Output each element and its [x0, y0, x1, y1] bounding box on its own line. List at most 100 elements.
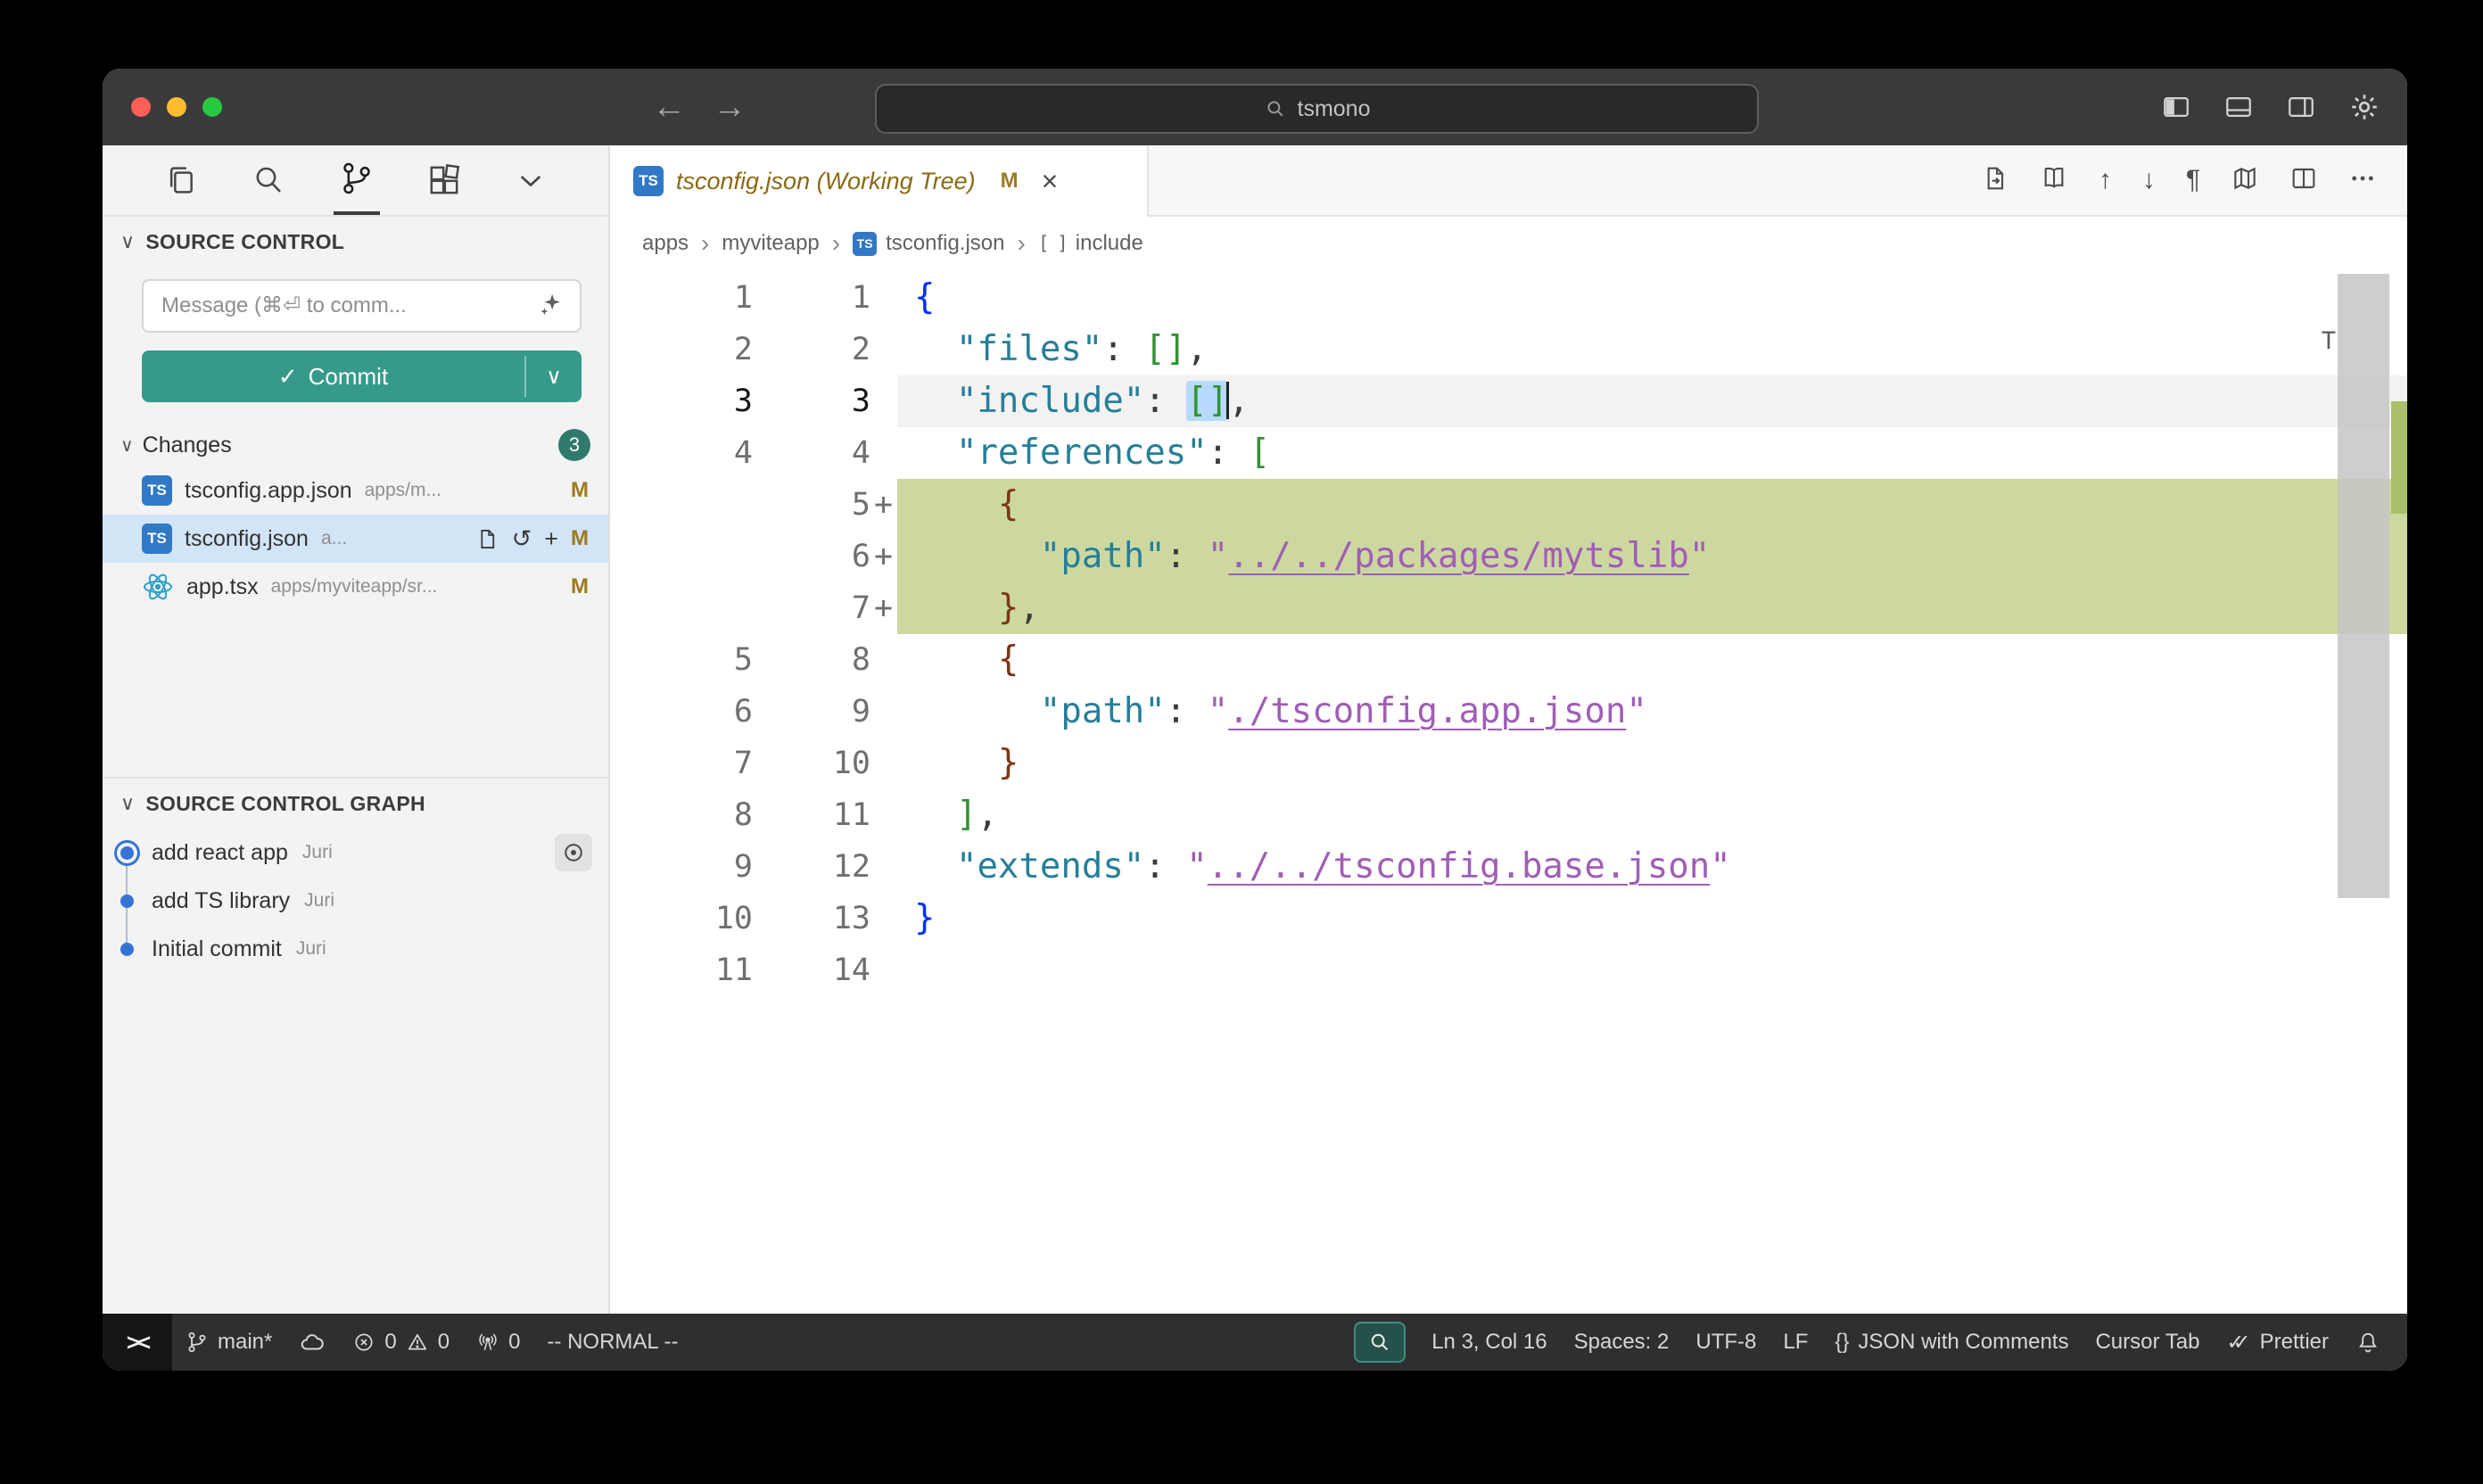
old-line-number	[610, 531, 753, 582]
code-line[interactable]: 7+ },	[610, 582, 2407, 634]
cloud-sync-icon	[299, 1329, 326, 1356]
commit-row[interactable]: add TS libraryJuri	[103, 877, 608, 925]
zoom-indicator[interactable]	[1354, 1322, 1406, 1363]
code-line[interactable]: 1114	[610, 944, 2407, 996]
source-control-graph-header[interactable]: ∨ SOURCE CONTROL GRAPH	[103, 777, 608, 829]
close-icon[interactable]: ×	[1042, 165, 1059, 198]
pilcrow-icon[interactable]: ¶	[2186, 167, 2200, 194]
stage-changes-icon[interactable]: +	[544, 527, 558, 551]
new-line-number: 1	[753, 272, 870, 324]
code-token	[914, 484, 998, 524]
ports-status[interactable]: 0	[463, 1330, 533, 1355]
discard-changes-icon[interactable]: ↺	[512, 527, 532, 551]
code-line[interactable]: 58 {	[610, 634, 2407, 686]
tab-tsconfig-working-tree[interactable]: TS tsconfig.json (Working Tree) M ×	[610, 145, 1149, 217]
code-token: :	[1166, 691, 1208, 731]
commit-row[interactable]: add react appJuri	[103, 829, 608, 877]
search-view-icon[interactable]	[245, 145, 292, 215]
added-line-marker	[870, 738, 897, 789]
next-change-icon[interactable]: ↓	[2142, 167, 2156, 194]
settings-gear-icon[interactable]	[2348, 91, 2380, 123]
activity-bar	[103, 145, 608, 217]
source-control-view-icon[interactable]	[334, 145, 380, 215]
encoding-status[interactable]: UTF-8	[1682, 1330, 1769, 1355]
split-editor-icon[interactable]	[2289, 164, 2318, 197]
code-line[interactable]: 22 "files": [],	[610, 324, 2407, 375]
changes-header[interactable]: ∨ Changes 3	[103, 424, 608, 466]
code-line[interactable]: 912 "extends": "../../tsconfig.base.json…	[610, 841, 2407, 893]
maximize-window-button[interactable]	[202, 97, 222, 117]
formatter-status[interactable]: ✓✓ Prettier	[2213, 1330, 2342, 1356]
modified-badge: M	[571, 526, 589, 551]
open-changes-icon[interactable]	[1981, 164, 2009, 197]
file-row-tsconfig.app.json[interactable]: TStsconfig.app.jsonapps/m...M	[103, 466, 608, 515]
braces-icon: {}	[1835, 1330, 1849, 1355]
sync-status[interactable]	[285, 1329, 339, 1356]
code-line[interactable]: 811 ],	[610, 789, 2407, 841]
layout-panel-icon[interactable]	[2223, 92, 2254, 122]
more-actions-icon[interactable]	[2348, 164, 2377, 197]
old-line-number: 3	[610, 375, 753, 427]
book-icon[interactable]	[2040, 164, 2068, 197]
commit-dropdown-button[interactable]: ∨	[526, 350, 582, 402]
extensions-view-icon[interactable]	[421, 145, 467, 215]
search-value: tsmono	[1298, 96, 1371, 122]
code-line[interactable]: 710 }	[610, 738, 2407, 789]
breadcrumb-item-include[interactable]: [ ] include	[1038, 231, 1143, 256]
commit-message-input[interactable]	[160, 293, 530, 319]
code-token: "extends"	[956, 846, 1144, 886]
back-button[interactable]: ←	[652, 88, 686, 127]
old-line-number: 11	[610, 944, 753, 996]
layout-sidebar-right-icon[interactable]	[2286, 92, 2316, 122]
new-line-number: 2	[753, 324, 870, 375]
breadcrumb-item-apps[interactable]: apps	[642, 231, 689, 256]
code-line[interactable]: 33 "include": [],	[610, 375, 2407, 427]
code-line[interactable]: 44 "references": [	[610, 427, 2407, 479]
breadcrumb: apps › myviteapp › TS tsconfig.json › [ …	[610, 217, 2407, 270]
diff-editor[interactable]: 11{22 "files": [],33 "include": [],44 "r…	[610, 270, 2407, 1314]
code-line[interactable]: 6+ "path": "../../packages/mytslib"	[610, 531, 2407, 582]
file-row-tsconfig.json[interactable]: TStsconfig.jsona...↺+M	[103, 515, 608, 563]
status-bar: >< main* 0 0 0 -- NORMAL -- Ln 3, Col 16…	[103, 1314, 2407, 1371]
problems-status[interactable]: 0 0	[339, 1330, 463, 1355]
sparkle-icon[interactable]	[539, 292, 564, 321]
branch-status[interactable]: main*	[172, 1330, 285, 1355]
commit-row[interactable]: Initial commitJuri	[103, 925, 608, 973]
breadcrumb-item-file[interactable]: TS tsconfig.json	[853, 231, 1004, 256]
commit-action-button[interactable]	[555, 834, 592, 871]
code-token: ,	[1186, 329, 1207, 369]
explorer-icon[interactable]	[158, 145, 204, 215]
close-window-button[interactable]	[131, 97, 151, 117]
layout-sidebar-left-icon[interactable]	[2161, 92, 2191, 122]
breadcrumb-item-myviteapp[interactable]: myviteapp	[722, 231, 819, 256]
search-bar[interactable]: tsmono	[875, 84, 1759, 134]
old-line-number: 10	[610, 893, 753, 944]
new-line-number: 8	[753, 634, 870, 686]
cursor-tab-status[interactable]: Cursor Tab	[2082, 1330, 2213, 1355]
scrollbar-thumb[interactable]	[2338, 274, 2389, 898]
eol-status[interactable]: LF	[1769, 1330, 1821, 1355]
language-status[interactable]: {} JSON with Comments	[1821, 1330, 2082, 1355]
code-line[interactable]: 5+ {	[610, 479, 2407, 531]
code-line[interactable]: 11{	[610, 272, 2407, 324]
commit-button[interactable]: ✓ Commit ∨	[142, 350, 582, 402]
code-line[interactable]: 1013}	[610, 893, 2407, 944]
source-control-header[interactable]: ∨ SOURCE CONTROL	[103, 217, 608, 267]
indentation-status[interactable]: Spaces: 2	[1561, 1330, 1683, 1355]
previous-change-icon[interactable]: ↑	[2099, 167, 2112, 194]
map-icon[interactable]	[2231, 164, 2259, 197]
minimize-window-button[interactable]	[167, 97, 186, 117]
commit-message: Initial commit	[152, 936, 282, 962]
code-line[interactable]: 69 "path": "./tsconfig.app.json"	[610, 686, 2407, 738]
open-file-icon[interactable]	[475, 527, 499, 551]
commit-message: add react app	[152, 840, 288, 866]
cursor-position[interactable]: Ln 3, Col 16	[1418, 1330, 1560, 1355]
file-row-app.tsx[interactable]: app.tsxapps/myviteapp/sr...M	[103, 563, 608, 611]
forward-button[interactable]: →	[713, 88, 747, 127]
notifications-bell[interactable]	[2342, 1330, 2407, 1355]
remote-indicator[interactable]: ><	[103, 1314, 172, 1371]
git-branch-icon	[186, 1331, 209, 1354]
more-views-chevron-icon[interactable]	[508, 145, 553, 215]
code-token: {	[998, 484, 1019, 524]
code-token: "include"	[956, 381, 1144, 421]
